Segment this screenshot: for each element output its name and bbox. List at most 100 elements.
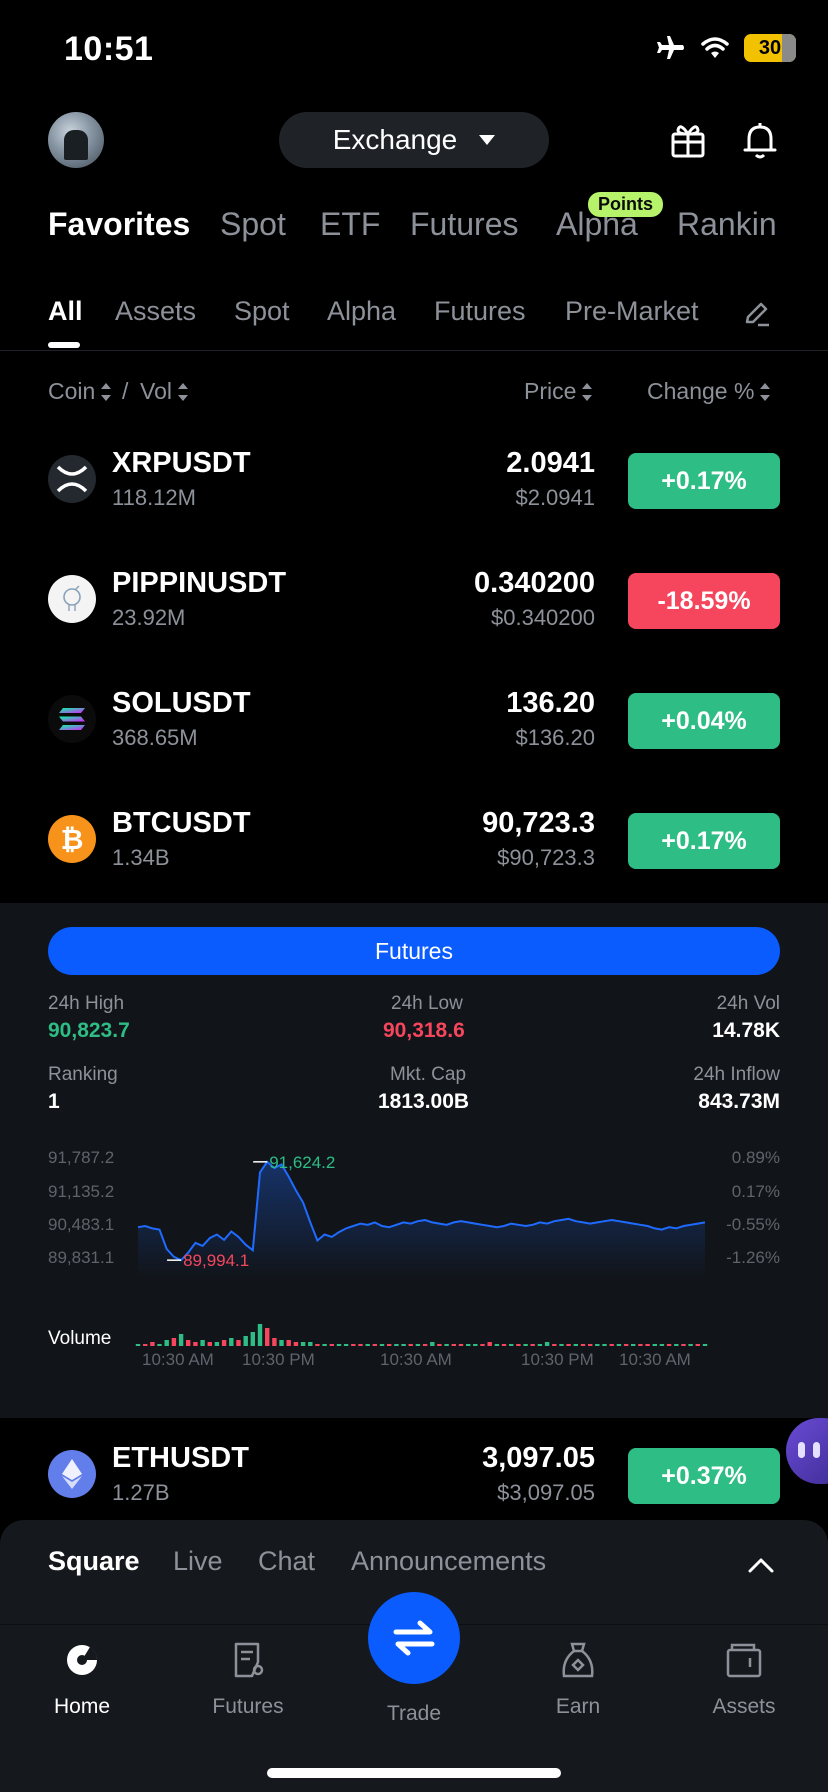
- sort-coin[interactable]: Coin: [48, 378, 112, 405]
- sort-price[interactable]: Price: [524, 378, 593, 405]
- x-tick: 10:30 PM: [242, 1350, 315, 1369]
- volume: 118.12M: [112, 485, 196, 510]
- status-bar: 10:51 30: [0, 0, 828, 100]
- column-header: Coin / Vol Price Change %: [48, 378, 780, 410]
- nav-futures[interactable]: Futures: [188, 1640, 308, 1719]
- subtab-assets[interactable]: Assets: [115, 296, 196, 327]
- bottom-sheet: Square Live Chat Announcements Home Futu…: [0, 1520, 828, 1792]
- exchange-selector[interactable]: Exchange: [279, 112, 549, 168]
- volume-bar: [365, 1344, 370, 1346]
- change-badge[interactable]: +0.17%: [628, 813, 780, 869]
- volume-bar: [143, 1344, 148, 1346]
- change-badge[interactable]: +0.37%: [628, 1448, 780, 1504]
- max-price-label: 91,624.2: [269, 1153, 335, 1172]
- sort-icon: [177, 382, 188, 401]
- tab-etf[interactable]: ETF: [320, 206, 380, 243]
- wallet-icon: [726, 1643, 762, 1678]
- x-tick: 10:30 AM: [619, 1350, 691, 1369]
- volume-bar: [257, 1324, 263, 1346]
- trade-button[interactable]: [368, 1592, 460, 1684]
- change-badge[interactable]: +0.17%: [628, 453, 780, 509]
- xrp-icon: [48, 455, 96, 503]
- status-time: 10:51: [64, 30, 154, 68]
- expanded-detail-panel: Futures 24h High 90,823.7 24h Low 90,318…: [0, 903, 828, 1418]
- nav-assets[interactable]: Assets: [684, 1640, 804, 1719]
- volume-bar: [250, 1332, 255, 1346]
- volume-bar: [286, 1340, 291, 1346]
- tab-spot[interactable]: Spot: [220, 206, 286, 243]
- volume-bar: [487, 1342, 492, 1346]
- subtab-spot[interactable]: Spot: [234, 296, 290, 327]
- tab-favorites[interactable]: Favorites: [48, 206, 190, 243]
- volume-bar: [394, 1344, 399, 1346]
- tab-live[interactable]: Live: [173, 1546, 223, 1577]
- avatar[interactable]: [48, 112, 104, 168]
- volume-bar: [164, 1340, 169, 1346]
- volume-bar: [351, 1344, 356, 1346]
- volume-bar: [430, 1342, 435, 1346]
- tab-futures[interactable]: Futures: [410, 206, 518, 243]
- gift-icon[interactable]: [666, 118, 710, 162]
- chevron-up-icon[interactable]: [746, 1550, 776, 1580]
- tab-square[interactable]: Square: [48, 1546, 140, 1577]
- subtab-alpha[interactable]: Alpha: [327, 296, 396, 327]
- futures-button[interactable]: Futures: [48, 927, 780, 975]
- tab-announcements[interactable]: Announcements: [351, 1546, 546, 1577]
- volume-bar: [221, 1340, 227, 1346]
- sort-vol[interactable]: Vol: [140, 378, 188, 405]
- volume-bar: [516, 1344, 521, 1346]
- volume-bar: [300, 1342, 306, 1346]
- volume-bar: [451, 1344, 456, 1346]
- change-badge[interactable]: +0.04%: [628, 693, 780, 749]
- volume-bar: [336, 1344, 342, 1346]
- volume-bar: [580, 1344, 586, 1346]
- market-row-pippinusdt[interactable]: PIPPINUSDT 23.92M 0.340200 $0.340200 -18…: [0, 543, 828, 663]
- pair-name: XRPUSDT: [112, 447, 251, 479]
- volume-bar: [559, 1344, 564, 1346]
- volume-bar: [523, 1344, 528, 1346]
- nav-home[interactable]: Home: [22, 1640, 142, 1719]
- bell-icon[interactable]: [738, 118, 782, 162]
- tab-chat[interactable]: Chat: [258, 1546, 315, 1577]
- market-row-xrpusdt[interactable]: XRPUSDT 118.12M 2.0941 $2.0941 +0.17%: [0, 423, 828, 543]
- volume-bar: [229, 1338, 234, 1346]
- subtab-pre-market[interactable]: Pre-Market: [565, 296, 699, 327]
- volume-bar: [473, 1344, 478, 1346]
- subtab-all[interactable]: All: [48, 296, 83, 327]
- pair-name: SOLUSDT: [112, 687, 251, 719]
- volume-bar: [415, 1344, 421, 1346]
- pair-name: BTCUSDT: [112, 807, 251, 839]
- volume-bar: [178, 1334, 184, 1346]
- change-badge[interactable]: -18.59%: [628, 573, 780, 629]
- x-tick: 10:30 PM: [521, 1350, 594, 1369]
- market-row-btcusdt[interactable]: ₿ BTCUSDT 1.34B 90,723.3 $90,723.3 +0.17…: [0, 783, 828, 903]
- volume-bar: [595, 1344, 600, 1346]
- sort-change[interactable]: Change %: [647, 378, 771, 405]
- volume-bar: [509, 1344, 514, 1346]
- nav-earn[interactable]: Earn: [518, 1640, 638, 1719]
- subtab-futures[interactable]: Futures: [434, 296, 526, 327]
- stat-24h-high: 90,823.7: [48, 1019, 130, 1042]
- volume-bar: [171, 1338, 177, 1346]
- volume-bar: [186, 1340, 191, 1346]
- x-tick: 10:30 AM: [142, 1350, 214, 1369]
- exchange-label: Exchange: [332, 124, 458, 155]
- price-chart[interactable]: 91,624.2 89,994.1: [0, 1138, 828, 1348]
- volume: 23.92M: [112, 605, 186, 630]
- stat-label: Ranking: [48, 1064, 118, 1085]
- active-tab-indicator: [48, 342, 80, 348]
- volume-bar: [236, 1340, 241, 1346]
- edit-icon[interactable]: [742, 298, 772, 328]
- sol-icon: [48, 695, 96, 743]
- tab-rankings[interactable]: Rankin: [677, 206, 777, 243]
- market-row-solusdt[interactable]: SOLUSDT 368.65M 136.20 $136.20 +0.04%: [0, 663, 828, 783]
- volume-bar: [379, 1344, 385, 1346]
- last-price: 90,723.3: [482, 807, 595, 839]
- volume-bar: [501, 1344, 507, 1346]
- home-indicator: [267, 1768, 561, 1778]
- stat-24h-low: 90,318.6: [383, 1019, 465, 1042]
- sort-icon: [760, 382, 771, 401]
- volume-bar: [623, 1344, 629, 1346]
- volume-bar: [480, 1344, 485, 1346]
- eth-icon: [48, 1450, 96, 1498]
